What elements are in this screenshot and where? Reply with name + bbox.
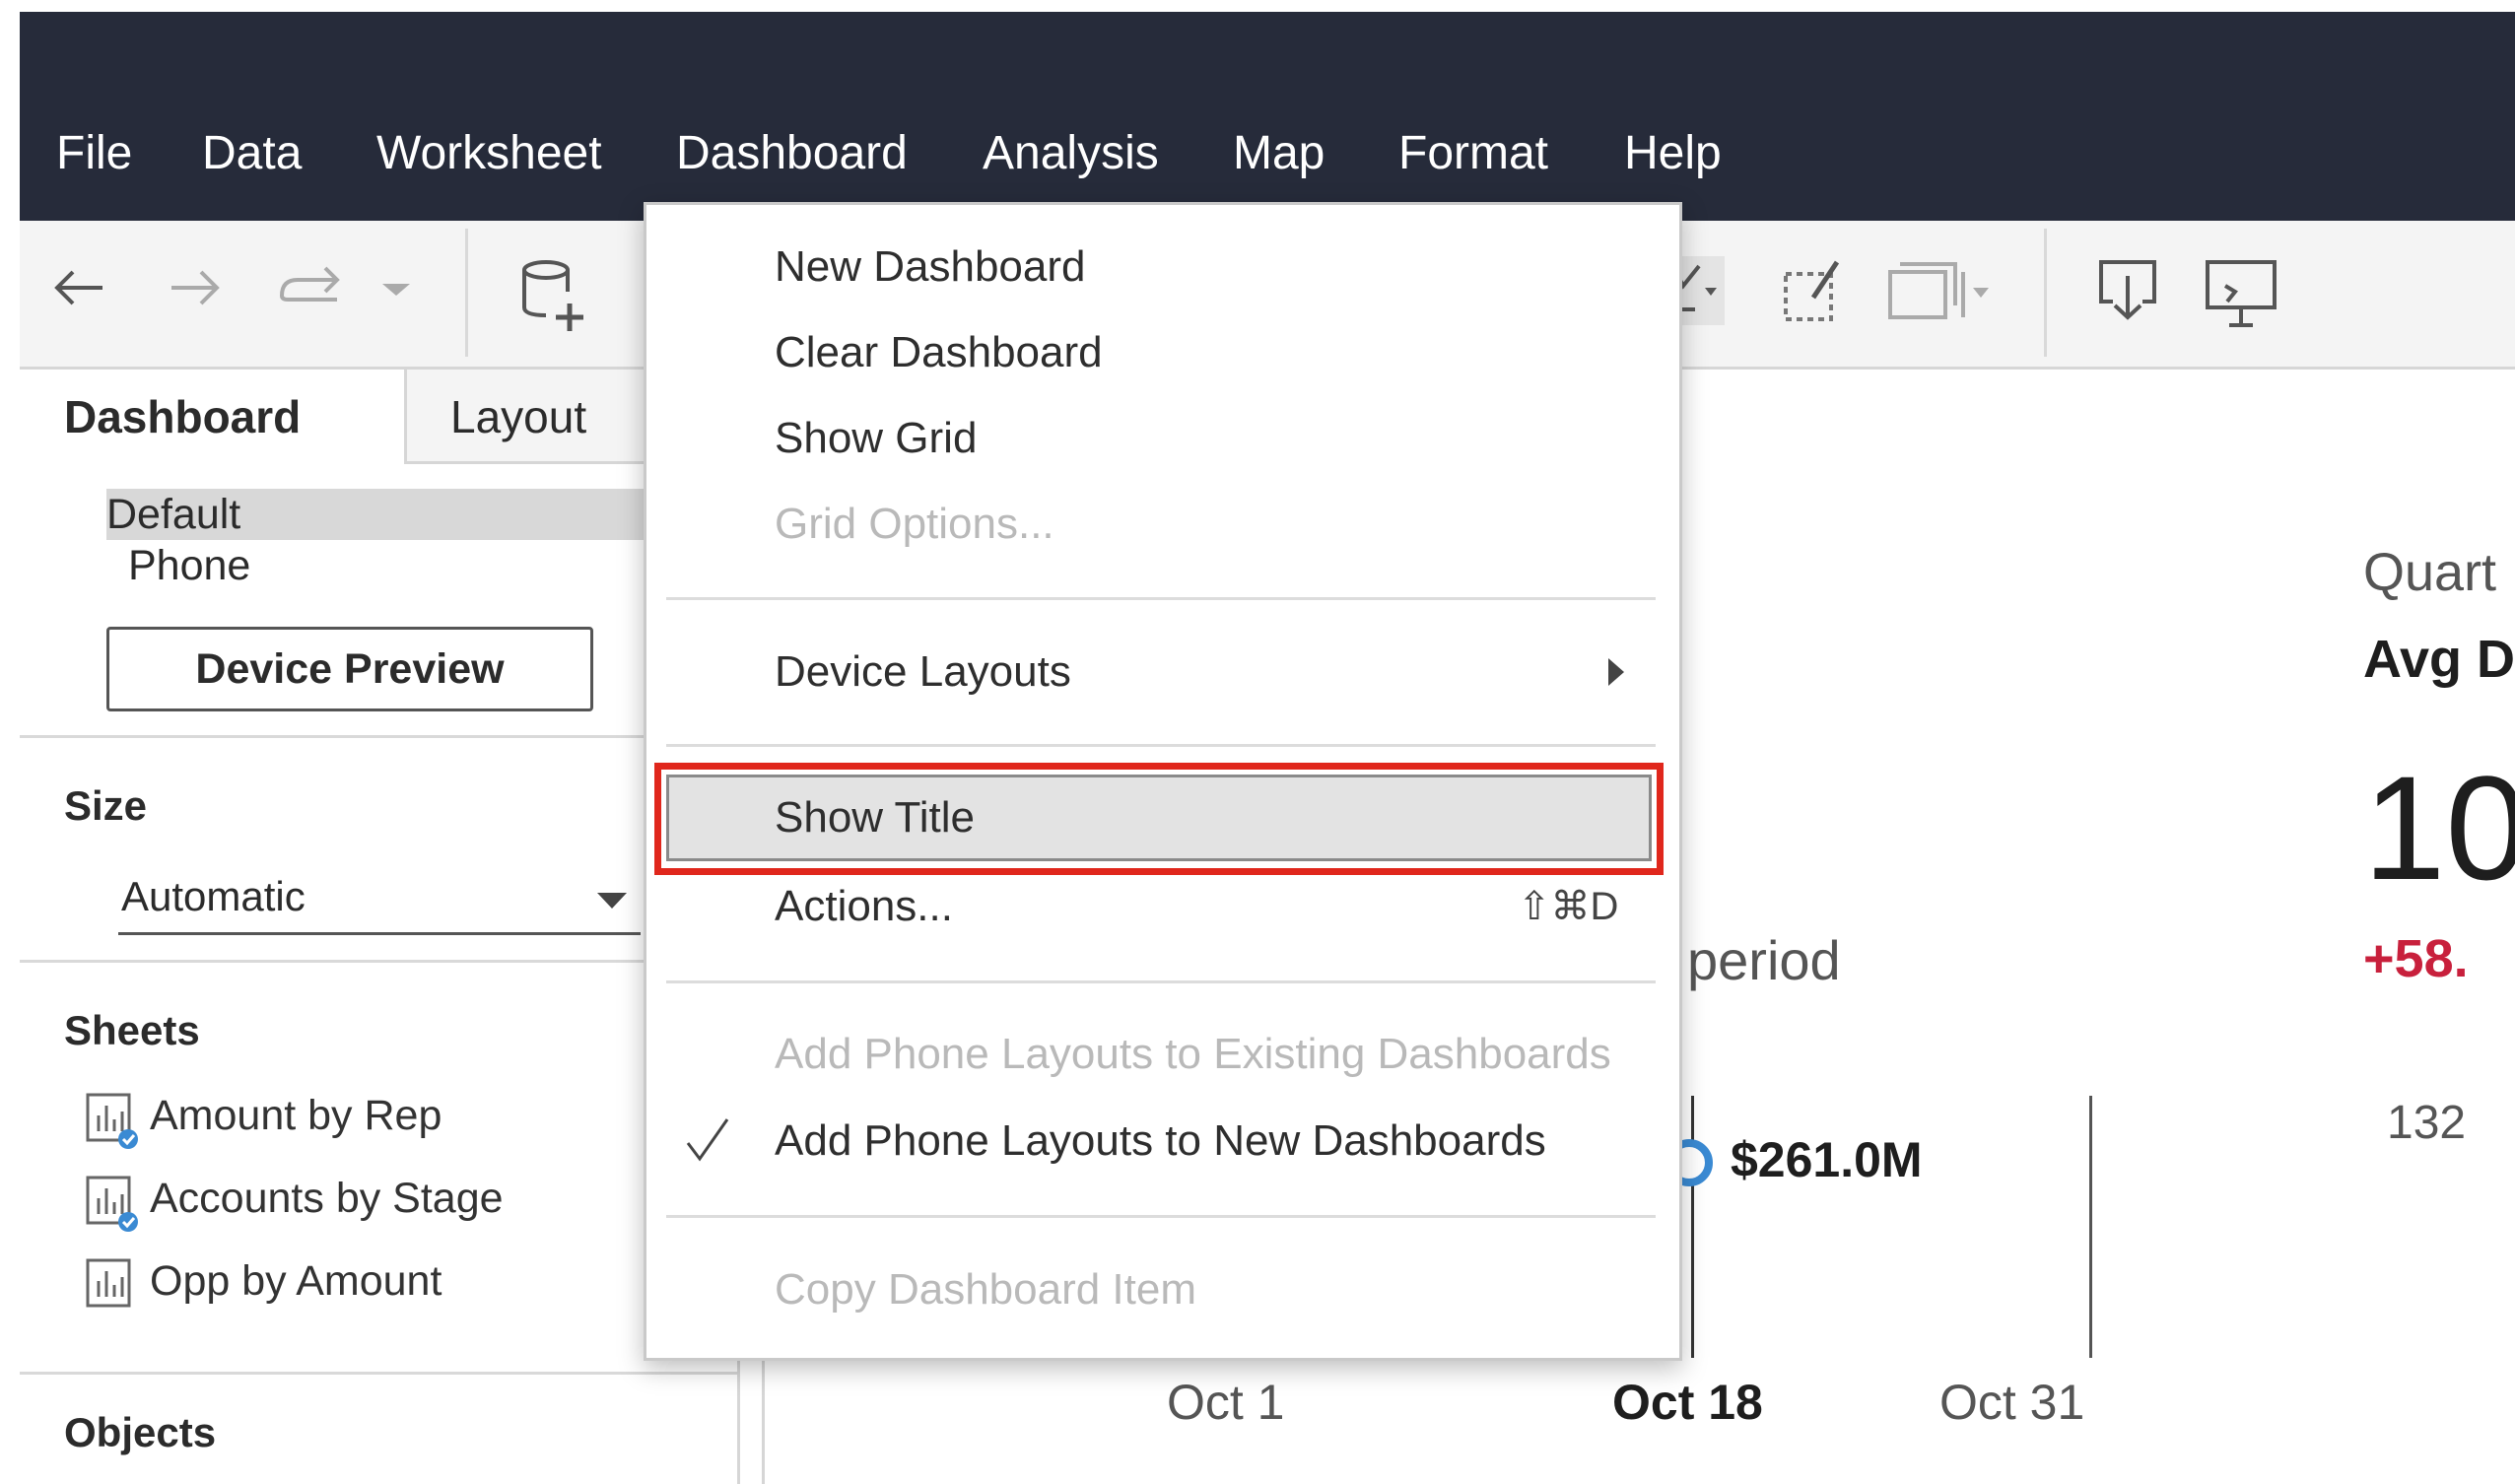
chevron-down-icon[interactable] (376, 256, 416, 319)
device-preview-button[interactable]: Device Preview (106, 627, 593, 711)
device-default-item[interactable]: Default (106, 489, 644, 540)
menu-separator (666, 597, 1656, 600)
objects-title: Objects (64, 1409, 217, 1455)
kpi-quarter-label: Quart (2363, 543, 2497, 602)
submenu-arrow-icon (1608, 658, 1624, 686)
sheet-item[interactable]: Accounts by Stage (150, 1175, 504, 1223)
sheet-item[interactable]: Amount by Rep (150, 1092, 442, 1140)
annotate-icon[interactable] (1780, 256, 1849, 325)
period-label: period (1687, 929, 1841, 991)
sheet-item[interactable]: Opp by Amount (150, 1257, 442, 1306)
menu-item-add-phone-existing: Add Phone Layouts to Existing Dashboards (775, 1030, 1611, 1078)
menu-item-device-layouts[interactable]: Device Layouts (775, 645, 1071, 699)
device-phone-item[interactable]: Phone (128, 540, 250, 591)
menu-item-show-title[interactable]: Show Title (666, 775, 1652, 861)
tab-layout[interactable]: Layout (404, 370, 644, 464)
menu-item-show-grid[interactable]: Show Grid (775, 412, 977, 465)
date-marker-line (2089, 1096, 2092, 1358)
menu-data[interactable]: Data (202, 126, 302, 181)
menu-map[interactable]: Map (1233, 126, 1325, 181)
menu-bar (20, 12, 2515, 221)
download-icon[interactable] (2093, 256, 2162, 331)
menu-separator (666, 744, 1656, 747)
menu-analysis[interactable]: Analysis (983, 126, 1159, 181)
toolbar-divider (2044, 229, 2047, 357)
kpi-count: 132 (2387, 1097, 2467, 1149)
size-title: Size (64, 782, 148, 829)
menu-separator (666, 980, 1656, 983)
menu-item-show-title-label: Show Title (775, 793, 975, 842)
checkmark-icon (686, 1118, 729, 1162)
menu-separator (666, 1215, 1656, 1218)
menu-format[interactable]: Format (1398, 126, 1548, 181)
kpi-change: +58. (2363, 929, 2469, 988)
kpi-big-number: 10 (2363, 745, 2515, 911)
tab-dashboard-label: Dashboard (64, 391, 302, 442)
back-arrow-icon[interactable] (47, 256, 110, 319)
menu-help[interactable]: Help (1624, 126, 1722, 181)
actions-shortcut: ⇧⌘D (1518, 885, 1619, 928)
menu-dashboard[interactable]: Dashboard (676, 126, 908, 181)
new-data-source-icon[interactable] (516, 256, 587, 335)
menu-file[interactable]: File (56, 126, 132, 181)
sheets-title: Sheets (64, 1007, 200, 1053)
date-label: Oct 1 (1167, 1375, 1285, 1430)
date-label-selected: Oct 18 (1612, 1375, 1763, 1430)
value-label: $261.0M (1731, 1132, 1923, 1187)
menu-item-clear-dashboard[interactable]: Clear Dashboard (775, 326, 1103, 379)
menu-item-copy-item: Copy Dashboard Item (775, 1265, 1196, 1314)
kpi-avg-label: Avg D (2363, 630, 2515, 689)
menu-item-add-phone-new[interactable]: Add Phone Layouts to New Dashboards (775, 1114, 1546, 1168)
sheet-icon (86, 1093, 138, 1149)
chevron-down-icon (597, 893, 627, 909)
size-select-value: Automatic (121, 873, 306, 919)
tab-dashboard[interactable]: Dashboard (20, 370, 404, 464)
date-label: Oct 31 (1939, 1375, 2085, 1430)
menu-item-grid-options: Grid Options... (775, 500, 1054, 548)
sheet-icon (86, 1176, 138, 1232)
menu-item-actions[interactable]: Actions... (775, 880, 953, 933)
menu-item-new-dashboard[interactable]: New Dashboard (775, 240, 1086, 294)
size-select[interactable]: Automatic (118, 867, 641, 935)
device-default-label: Default (106, 491, 241, 538)
kpi-panel: Quart Avg D 10 +58. 132 (2363, 532, 2515, 1484)
presentation-icon[interactable] (2202, 256, 2280, 331)
redo-icon[interactable] (272, 256, 355, 319)
divider (20, 735, 737, 738)
sheet-icon (86, 1258, 131, 1308)
toolbar-divider (465, 229, 468, 357)
fit-icon[interactable] (1884, 256, 1993, 325)
tab-layout-label: Layout (450, 391, 587, 442)
forward-arrow-icon[interactable] (164, 256, 227, 319)
menu-worksheet[interactable]: Worksheet (376, 126, 602, 181)
divider (20, 1372, 737, 1375)
divider (20, 960, 737, 963)
